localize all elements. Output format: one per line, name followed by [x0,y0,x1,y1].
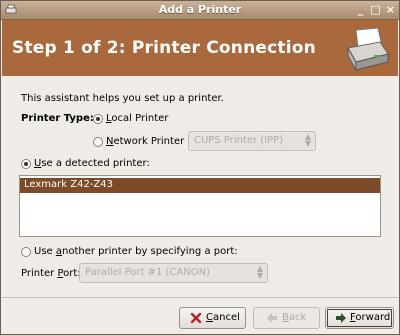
back-button[interactable]: Back [253,307,320,329]
title-bar[interactable]: Add a Printer _ □ × [1,1,399,20]
printer-name: Lexmark Z42-Z43 [24,179,113,190]
forward-arrow-icon [336,313,346,323]
minimize-icon[interactable]: _ [354,3,367,16]
forward-button[interactable]: Forward [325,307,394,329]
port-printer-radio[interactable] [21,247,31,257]
local-printer-label[interactable]: Local Printer [106,113,168,124]
window-title: Add a Printer [158,3,242,16]
add-printer-window: Add a Printer _ □ × Step 1 of 2: Printer… [0,0,400,335]
cancel-icon [190,312,202,324]
printer-icon [347,27,389,72]
port-combo-value: Parallel Port #1 (CANON) [85,267,210,278]
step-heading: Step 1 of 2: Printer Connection [12,38,316,58]
printer-port-combo[interactable]: Parallel Port #1 (CANON) ▲ ▼ [79,263,268,283]
port-printer-label[interactable]: Use another printer by specifying a port… [34,246,238,257]
printer-type-label: Printer Type: [21,113,94,124]
network-printer-label[interactable]: Network Printer [106,136,184,147]
network-combo-value: CUPS Printer (IPP) [194,135,284,146]
detected-printer-label[interactable]: Use a detected printer: [34,158,150,169]
step-banner: Step 1 of 2: Printer Connection [2,20,398,76]
detected-printer-list[interactable]: Lexmark Z42-Z43 [19,175,381,237]
button-separator [2,297,398,298]
maximize-icon[interactable]: □ [369,3,382,16]
intro-text: This assistant helps you set up a printe… [21,93,224,104]
list-item[interactable]: Lexmark Z42-Z43 [20,178,380,193]
spin-arrows-icon: ▲ ▼ [304,132,311,148]
local-printer-text: ocal Printer [111,113,169,124]
network-printer-radio[interactable] [93,137,103,147]
detected-printer-radio[interactable] [21,159,31,169]
back-arrow-icon [267,313,277,323]
spin-arrows-icon: ▲ ▼ [256,264,263,280]
cancel-button[interactable]: Cancel [179,307,246,329]
network-printer-text: etwork Printer [113,136,185,147]
detected-printer-text: se a detected printer: [41,158,150,169]
network-printer-type-combo[interactable]: CUPS Printer (IPP) ▲ ▼ [188,131,316,151]
local-printer-radio[interactable] [93,114,103,124]
close-icon[interactable]: × [384,3,397,16]
printer-port-label: Printer Port: [21,268,81,279]
